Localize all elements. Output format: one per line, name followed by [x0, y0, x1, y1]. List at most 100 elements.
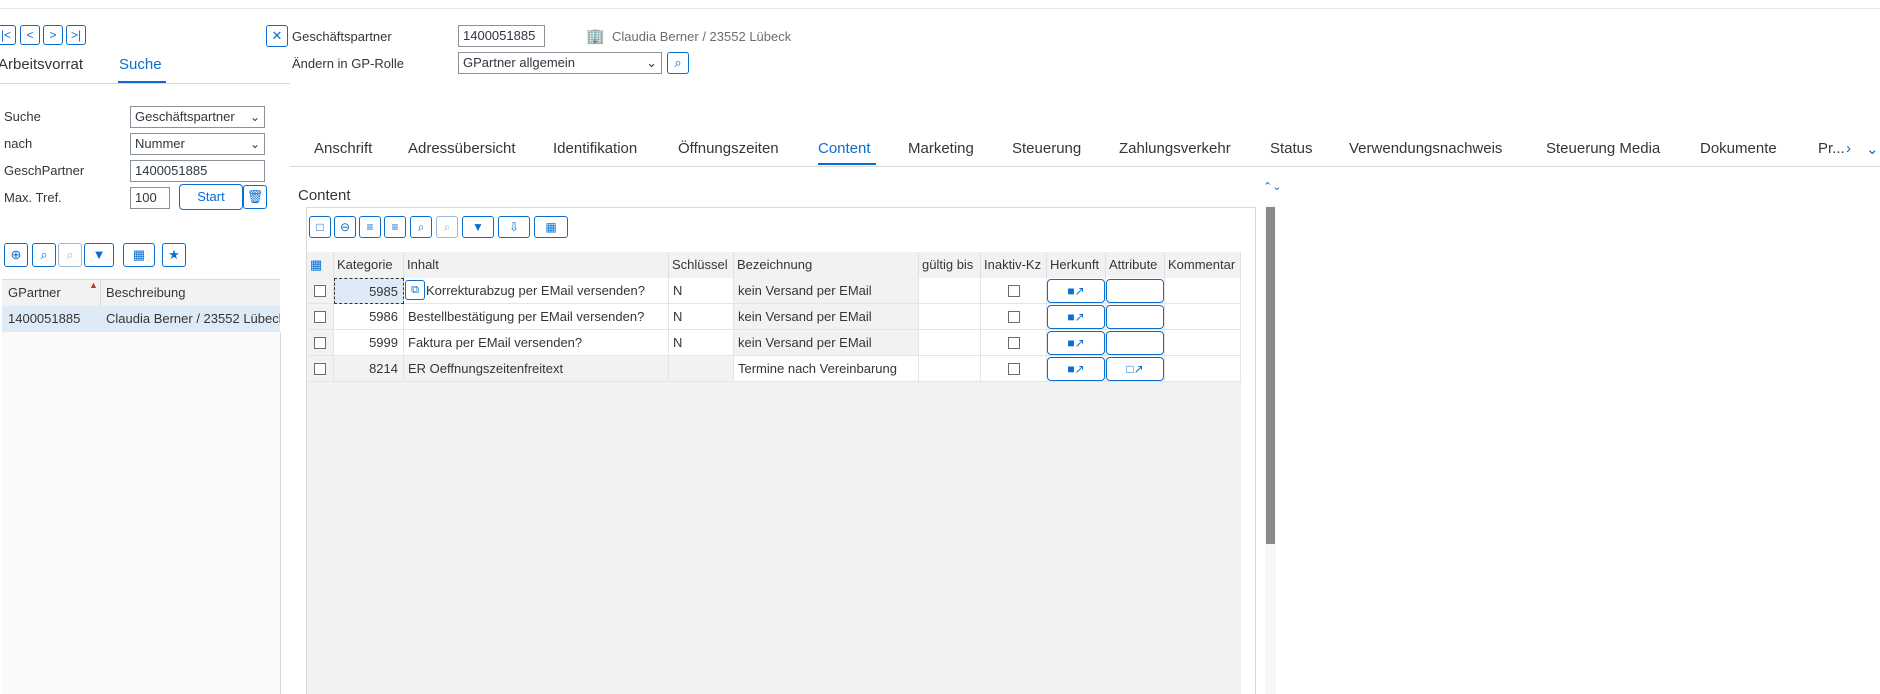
- kommentar-cell[interactable]: [1165, 330, 1241, 356]
- next-record-button[interactable]: >: [43, 25, 63, 45]
- tab-content[interactable]: Content: [818, 140, 871, 157]
- attribute-button[interactable]: [1106, 331, 1164, 355]
- scrollbar-thumb[interactable]: [1266, 207, 1275, 544]
- kommentar-cell[interactable]: [1165, 304, 1241, 330]
- herkunft-navigate-icon[interactable]: ■↗: [1047, 279, 1105, 303]
- zoom-in-icon[interactable]: ⊕: [4, 243, 28, 267]
- tab-search[interactable]: Suche: [119, 56, 162, 73]
- bezeichnung-cell[interactable]: Termine nach Vereinbarung: [734, 356, 919, 382]
- collapse-icon[interactable]: ⌃⌄: [1263, 180, 1281, 193]
- column-header-description[interactable]: Beschreibung: [106, 280, 276, 306]
- filter-icon[interactable]: ▼: [84, 243, 114, 267]
- last-record-button[interactable]: >|: [66, 25, 86, 45]
- row-selector[interactable]: [307, 304, 334, 330]
- tab-verwendungsnachweis[interactable]: Verwendungsnachweis: [1349, 140, 1502, 157]
- schluessel-cell[interactable]: N: [669, 278, 734, 304]
- inhalt-cell[interactable]: Bestellbestätigung per EMail versenden?: [404, 304, 669, 330]
- tab-status[interactable]: Status: [1270, 140, 1313, 157]
- inhalt-cell[interactable]: Korrekturabzug per EMail versenden?: [404, 278, 669, 304]
- previous-record-button[interactable]: <: [20, 25, 40, 45]
- row-selector[interactable]: [307, 330, 334, 356]
- copy-icon[interactable]: ⧉: [405, 280, 425, 300]
- column-header-bezeichnung[interactable]: Bezeichnung: [734, 252, 919, 278]
- close-icon[interactable]: ✕: [266, 25, 288, 47]
- column-header-kommentar[interactable]: Kommentar: [1165, 252, 1241, 278]
- tab-adressuebersicht[interactable]: Adressübersicht: [408, 140, 516, 157]
- select-all-icon[interactable]: ▦: [307, 252, 334, 278]
- partner-input[interactable]: 1400051885: [130, 160, 265, 182]
- search-icon[interactable]: ⌕: [667, 52, 689, 74]
- tab-dokumente[interactable]: Dokumente: [1700, 140, 1777, 157]
- gueltig-bis-cell[interactable]: [919, 356, 981, 382]
- column-header-gueltig-bis[interactable]: gültig bis: [919, 252, 981, 278]
- schluessel-cell[interactable]: N: [669, 330, 734, 356]
- export-icon[interactable]: ⇩: [498, 216, 530, 238]
- search-by-select[interactable]: Nummer ⌄: [130, 133, 265, 155]
- gueltig-bis-cell[interactable]: [919, 278, 981, 304]
- tab-steuerung[interactable]: Steuerung: [1012, 140, 1081, 157]
- attribute-navigate-icon[interactable]: □↗: [1106, 357, 1164, 381]
- tab-zahlungsverkehr[interactable]: Zahlungsverkehr: [1119, 140, 1231, 157]
- tab-oeffnungszeiten[interactable]: Öffnungszeiten: [678, 140, 779, 157]
- tab-marketing[interactable]: Marketing: [908, 140, 974, 157]
- row-selector[interactable]: [307, 356, 334, 382]
- max-hits-input[interactable]: 100: [130, 187, 170, 209]
- filter-icon[interactable]: ▼: [462, 216, 494, 238]
- kommentar-cell[interactable]: [1165, 278, 1241, 304]
- favorite-star-icon[interactable]: ★: [162, 243, 186, 267]
- gueltig-bis-cell[interactable]: [919, 304, 981, 330]
- column-header-herkunft[interactable]: Herkunft: [1047, 252, 1106, 278]
- tab-more-truncated[interactable]: Pr...: [1818, 140, 1845, 157]
- herkunft-navigate-icon[interactable]: ■↗: [1047, 357, 1105, 381]
- sort-ascending-icon[interactable]: ≡: [359, 216, 381, 238]
- gueltig-bis-cell[interactable]: [919, 330, 981, 356]
- tab-worklist[interactable]: Arbeitsvorrat: [0, 56, 83, 73]
- tab-anschrift[interactable]: Anschrift: [314, 140, 372, 157]
- row-checkbox[interactable]: [314, 311, 326, 323]
- start-search-button[interactable]: Start: [179, 184, 243, 210]
- search-icon[interactable]: ⌕: [32, 243, 56, 267]
- kommentar-cell[interactable]: [1165, 356, 1241, 382]
- inaktiv-checkbox[interactable]: [1008, 311, 1020, 323]
- row-checkbox[interactable]: [314, 363, 326, 375]
- sort-descending-icon[interactable]: ≡: [384, 216, 406, 238]
- column-header-inaktiv-kz[interactable]: Inaktiv-Kz: [981, 252, 1047, 278]
- role-select[interactable]: GPartner allgemein ⌄: [458, 52, 662, 74]
- attribute-button[interactable]: [1106, 305, 1164, 329]
- table-row[interactable]: 1400051885 Claudia Berner / 23552 Lübeck: [2, 306, 280, 333]
- herkunft-navigate-icon[interactable]: ■↗: [1047, 331, 1105, 355]
- schluessel-cell[interactable]: N: [669, 304, 734, 330]
- tab-steuerung-media[interactable]: Steuerung Media: [1546, 140, 1660, 157]
- search-type-select[interactable]: Geschäftspartner ⌄: [130, 106, 265, 128]
- column-header-partner[interactable]: GPartner: [8, 280, 98, 306]
- inhalt-cell[interactable]: Faktura per EMail versenden?: [404, 330, 669, 356]
- attribute-button[interactable]: [1106, 279, 1164, 303]
- tab-identifikation[interactable]: Identifikation: [553, 140, 637, 157]
- kategorie-cell[interactable]: 5999: [334, 330, 404, 356]
- search-icon[interactable]: ⌕: [410, 216, 432, 238]
- layout-grid-icon[interactable]: ▦: [123, 243, 155, 267]
- kategorie-cell[interactable]: 5986: [334, 304, 404, 330]
- column-header-schluessel[interactable]: Schlüssel: [669, 252, 734, 278]
- remove-icon[interactable]: ⊖: [334, 216, 356, 238]
- column-header-kategorie[interactable]: Kategorie: [334, 252, 404, 278]
- details-icon[interactable]: □: [309, 216, 331, 238]
- inaktiv-checkbox[interactable]: [1008, 363, 1020, 375]
- inaktiv-checkbox[interactable]: [1008, 285, 1020, 297]
- chevron-right-icon[interactable]: ›: [1846, 140, 1851, 157]
- layout-grid-icon[interactable]: ▦: [534, 216, 568, 238]
- search-next-icon[interactable]: ⌕: [436, 216, 458, 238]
- search-next-icon[interactable]: ⌕: [58, 243, 82, 267]
- column-header-inhalt[interactable]: Inhalt: [404, 252, 669, 278]
- herkunft-navigate-icon[interactable]: ■↗: [1047, 305, 1105, 329]
- column-header-attribute[interactable]: Attribute: [1106, 252, 1165, 278]
- row-selector[interactable]: [307, 278, 334, 304]
- header-partner-input[interactable]: 1400051885: [458, 25, 545, 47]
- kategorie-cell[interactable]: 5985: [334, 278, 404, 304]
- chevron-down-icon[interactable]: ⌄: [1866, 140, 1879, 158]
- trash-icon[interactable]: 🗑: [243, 185, 267, 209]
- row-checkbox[interactable]: [314, 337, 326, 349]
- row-checkbox[interactable]: [314, 285, 326, 297]
- first-record-button[interactable]: |<: [0, 25, 16, 45]
- inaktiv-checkbox[interactable]: [1008, 337, 1020, 349]
